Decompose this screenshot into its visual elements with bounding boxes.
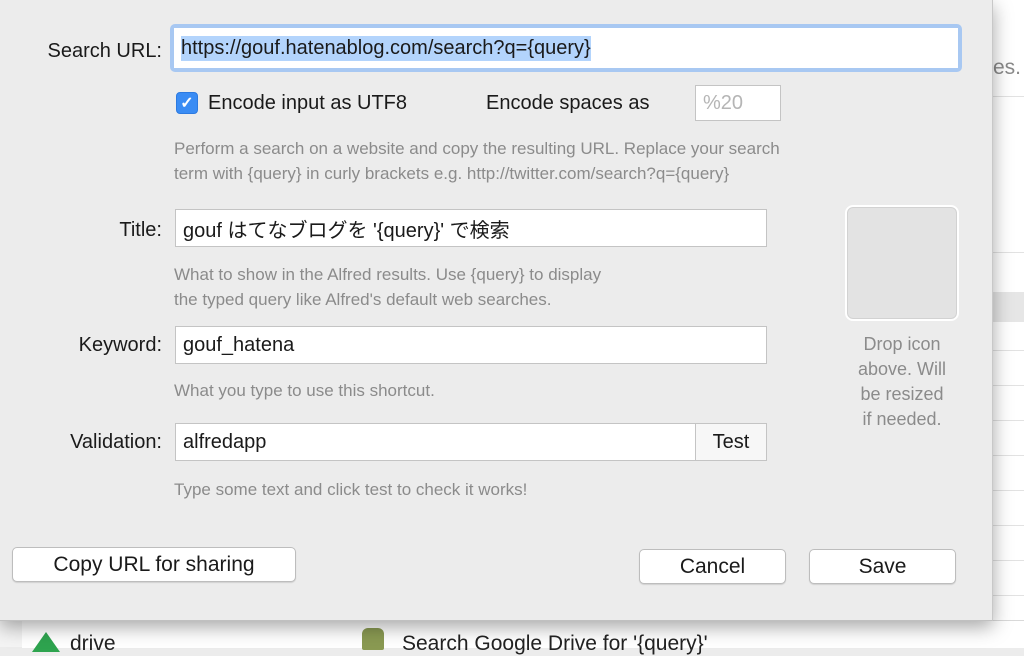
checkmark-icon: ✓ [180,95,194,112]
cancel-button[interactable]: Cancel [639,549,786,584]
background-list-item[interactable]: Search Google Drive for '{query}' [402,632,708,656]
title-help-line-1: What to show in the Alfred results. Use … [174,265,602,284]
background-row-divider [992,385,1024,386]
title-value: gouf はてなブログを '{query}' で検索 [183,219,510,242]
icon-caption-line: be resized [860,384,944,404]
background-row-divider [992,350,1024,351]
background-row-divider [992,420,1024,421]
title-input[interactable]: gouf はてなブログを '{query}' で検索 [175,209,767,247]
keyword-label: Keyword: [78,334,162,356]
search-url-help-line-2: term with {query} in curly brackets e.g.… [174,164,730,183]
custom-search-sheet: Search URL: https://gouf.hatenablog.com/… [0,0,993,621]
background-row-divider [992,455,1024,456]
keyword-help: What you type to use this shortcut. [174,381,435,400]
validation-value: alfredapp [183,430,267,453]
icon-caption-line: above. Will [857,359,947,379]
background-row-divider [992,560,1024,561]
icon-caption-line: Drop icon [863,334,941,354]
search-url-value: https://gouf.hatenablog.com/search?q={qu… [181,35,591,61]
background-row-divider [992,490,1024,491]
background-result-column [992,0,1024,647]
encode-spaces-input[interactable]: %20 [695,85,781,121]
background-row-divider [992,252,1024,253]
encode-spaces-label: Encode spaces as [486,92,650,114]
encode-spaces-placeholder: %20 [703,91,744,114]
background-row-divider [992,595,1024,596]
background-list-item[interactable]: drive [70,632,116,656]
keyword-input[interactable]: gouf_hatena [175,326,767,364]
search-url-label: Search URL: [47,40,163,62]
icon-drop-well[interactable] [845,205,959,321]
background-row-divider [992,525,1024,526]
keyword-value: gouf_hatena [183,333,295,356]
icon-caption-line: if needed. [862,409,942,429]
background-row-selected [992,292,1024,322]
icon-drop-caption: Drop icon above. Will be resized if need… [832,332,972,432]
test-button[interactable]: Test [695,423,767,461]
encode-utf8-checkbox[interactable]: ✓ [176,92,198,114]
title-label: Title: [119,219,162,241]
background-peek-text: es. [993,56,1022,79]
google-drive-icon [32,632,60,652]
search-url-help-line-1: Perform a search on a website and copy t… [174,139,780,158]
validation-help: Type some text and click test to check i… [174,480,528,499]
validation-input[interactable]: alfredapp [175,423,696,461]
title-help-line-2: the typed query like Alfred's default we… [174,290,552,309]
search-url-input[interactable]: https://gouf.hatenablog.com/search?q={qu… [174,28,958,68]
validation-label: Validation: [70,431,162,453]
encode-utf8-label[interactable]: Encode input as UTF8 [208,92,407,115]
background-row-divider [992,96,1024,97]
copy-url-button[interactable]: Copy URL for sharing [12,547,296,582]
save-button[interactable]: Save [809,549,956,584]
